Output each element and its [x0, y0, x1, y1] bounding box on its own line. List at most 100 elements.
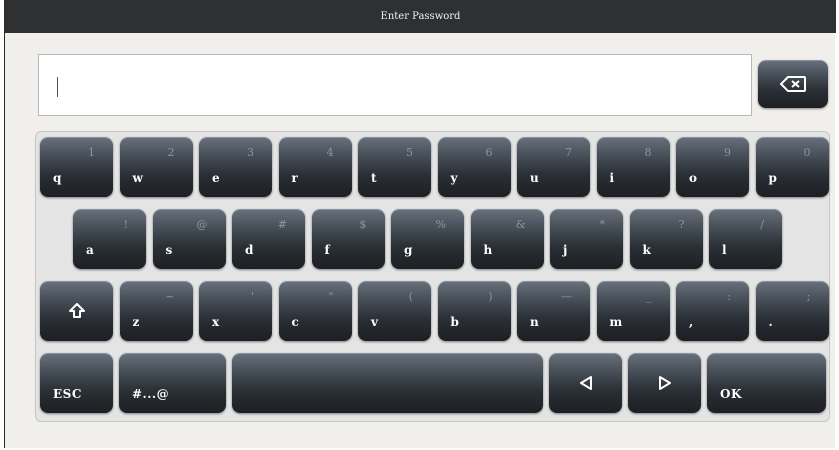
key-alt-label: : [727, 290, 731, 303]
key-row1-8[interactable]: 9o [676, 137, 749, 197]
key-row3-6[interactable]: _ m [596, 281, 670, 341]
key-row3-2[interactable]: " c [278, 281, 352, 341]
key-label: k [642, 243, 652, 257]
esc-button[interactable]: ESC [40, 353, 113, 413]
key-row2-5[interactable]: & h [470, 209, 544, 269]
key-row3-4[interactable]: ) b [437, 281, 511, 341]
key-label: e [212, 171, 221, 185]
password-input[interactable] [38, 54, 752, 116]
key-alt-label: — [561, 290, 572, 303]
key-label: b [450, 315, 460, 329]
key-label: s [165, 243, 173, 257]
key-label: q [53, 171, 62, 185]
key-label: g [404, 243, 413, 257]
key-label: h [483, 243, 493, 257]
key-label: i [609, 171, 615, 185]
key-alt-label: 0 [803, 146, 811, 159]
shift-arrow-icon [68, 303, 85, 318]
key-alt-label: ( [408, 290, 413, 303]
key-row3-7[interactable]: :, [676, 281, 749, 341]
key-row1-4[interactable]: 5t [358, 137, 431, 197]
key-row1-3[interactable]: 4r [278, 137, 352, 197]
key-label: c [291, 315, 300, 329]
key-alt-label: ; [806, 290, 811, 303]
key-label: r [291, 171, 299, 185]
key-row2-4[interactable]: % g [391, 209, 464, 269]
password-dialog: Enter Password 1 q 2 w 3 e 4 r 5 t 6 y 7 u 8 i 9 o 0 p! a @ s #… [4, 0, 836, 448]
key-alt-label: * [599, 218, 606, 231]
key-alt-label: 3 [247, 146, 254, 159]
key-alt-label: 8 [644, 146, 652, 159]
key-alt-label: # [277, 218, 287, 231]
key-alt-label: " [328, 290, 334, 303]
key-alt-label: / [760, 218, 764, 231]
key-row3-5[interactable]: — n [517, 281, 590, 341]
key-alt-label: ! [123, 218, 128, 231]
key-alt-label: 7 [565, 146, 572, 159]
key-label: a [86, 243, 95, 257]
key-label: m [609, 315, 623, 329]
key-alt-label: ~ [165, 290, 175, 303]
shift-button[interactable] [40, 281, 113, 341]
key-row2-1[interactable]: @ s [152, 209, 226, 269]
key-label: OK [720, 387, 742, 401]
symbols-button[interactable]: #...@ [119, 353, 226, 413]
key-label: , [689, 315, 694, 329]
key-label: . [768, 315, 774, 329]
text-caret [57, 77, 58, 97]
key-alt-label: 5 [406, 146, 413, 159]
right-arrow-icon [658, 376, 671, 390]
key-label: w [132, 171, 144, 185]
key-label: j [563, 243, 568, 257]
key-label: #...@ [132, 387, 170, 401]
key-row1-7[interactable]: 8i [596, 137, 670, 197]
key-alt-label: ) [488, 290, 493, 303]
key-alt-label: & [515, 218, 526, 231]
key-label: n [530, 315, 540, 329]
backspace-icon [780, 76, 806, 92]
key-label: ESC [53, 387, 82, 401]
key-row2-3[interactable]: $ f [311, 209, 385, 269]
cursor-right-button[interactable] [628, 353, 701, 413]
key-row3-1[interactable]: ' x [199, 281, 272, 341]
key-alt-label: ' [250, 290, 254, 303]
key-label: u [530, 171, 540, 185]
key-row2-6[interactable]: * j [550, 209, 623, 269]
key-alt-label: $ [359, 218, 367, 231]
key-row2-0[interactable]: ! a [73, 209, 146, 269]
key-row1-6[interactable]: 7u [517, 137, 590, 197]
key-alt-label: 2 [167, 146, 175, 159]
key-row3-0[interactable]: ~ z [119, 281, 193, 341]
key-row1-0[interactable]: 1q [40, 137, 113, 197]
key-label: d [245, 243, 254, 257]
key-row1-2[interactable]: 3e [199, 137, 272, 197]
key-alt-label: 6 [485, 146, 493, 159]
key-alt-label: ? [678, 218, 685, 231]
dialog-title: Enter Password [5, 0, 836, 33]
key-alt-label: % [435, 218, 446, 231]
key-alt-label: _ [646, 290, 652, 303]
key-row2-7[interactable]: ? k [629, 209, 703, 269]
cursor-left-button[interactable] [549, 353, 622, 413]
space-bar[interactable] [232, 353, 543, 413]
key-row2-8[interactable]: / l [709, 209, 782, 269]
key-row1-5[interactable]: 6y [437, 137, 511, 197]
backspace-button[interactable] [758, 60, 828, 108]
ok-button[interactable]: OK [707, 353, 826, 413]
key-alt-label: 9 [724, 146, 731, 159]
key-alt-label: 1 [88, 146, 95, 159]
key-row3-3[interactable]: (v [358, 281, 431, 341]
key-label: v [371, 315, 379, 329]
key-label: p [768, 171, 778, 185]
key-alt-label: 4 [326, 146, 334, 159]
key-label: y [450, 171, 458, 185]
left-arrow-icon [579, 376, 592, 390]
key-row2-2[interactable]: # d [232, 209, 305, 269]
key-row1-1[interactable]: 2w [119, 137, 193, 197]
key-alt-label: @ [196, 218, 208, 231]
key-label: f [324, 243, 331, 257]
key-row1-9[interactable]: 0p [755, 137, 829, 197]
key-label: o [689, 171, 698, 185]
key-row3-8[interactable]: ;. [755, 281, 829, 341]
key-label: t [371, 171, 378, 185]
